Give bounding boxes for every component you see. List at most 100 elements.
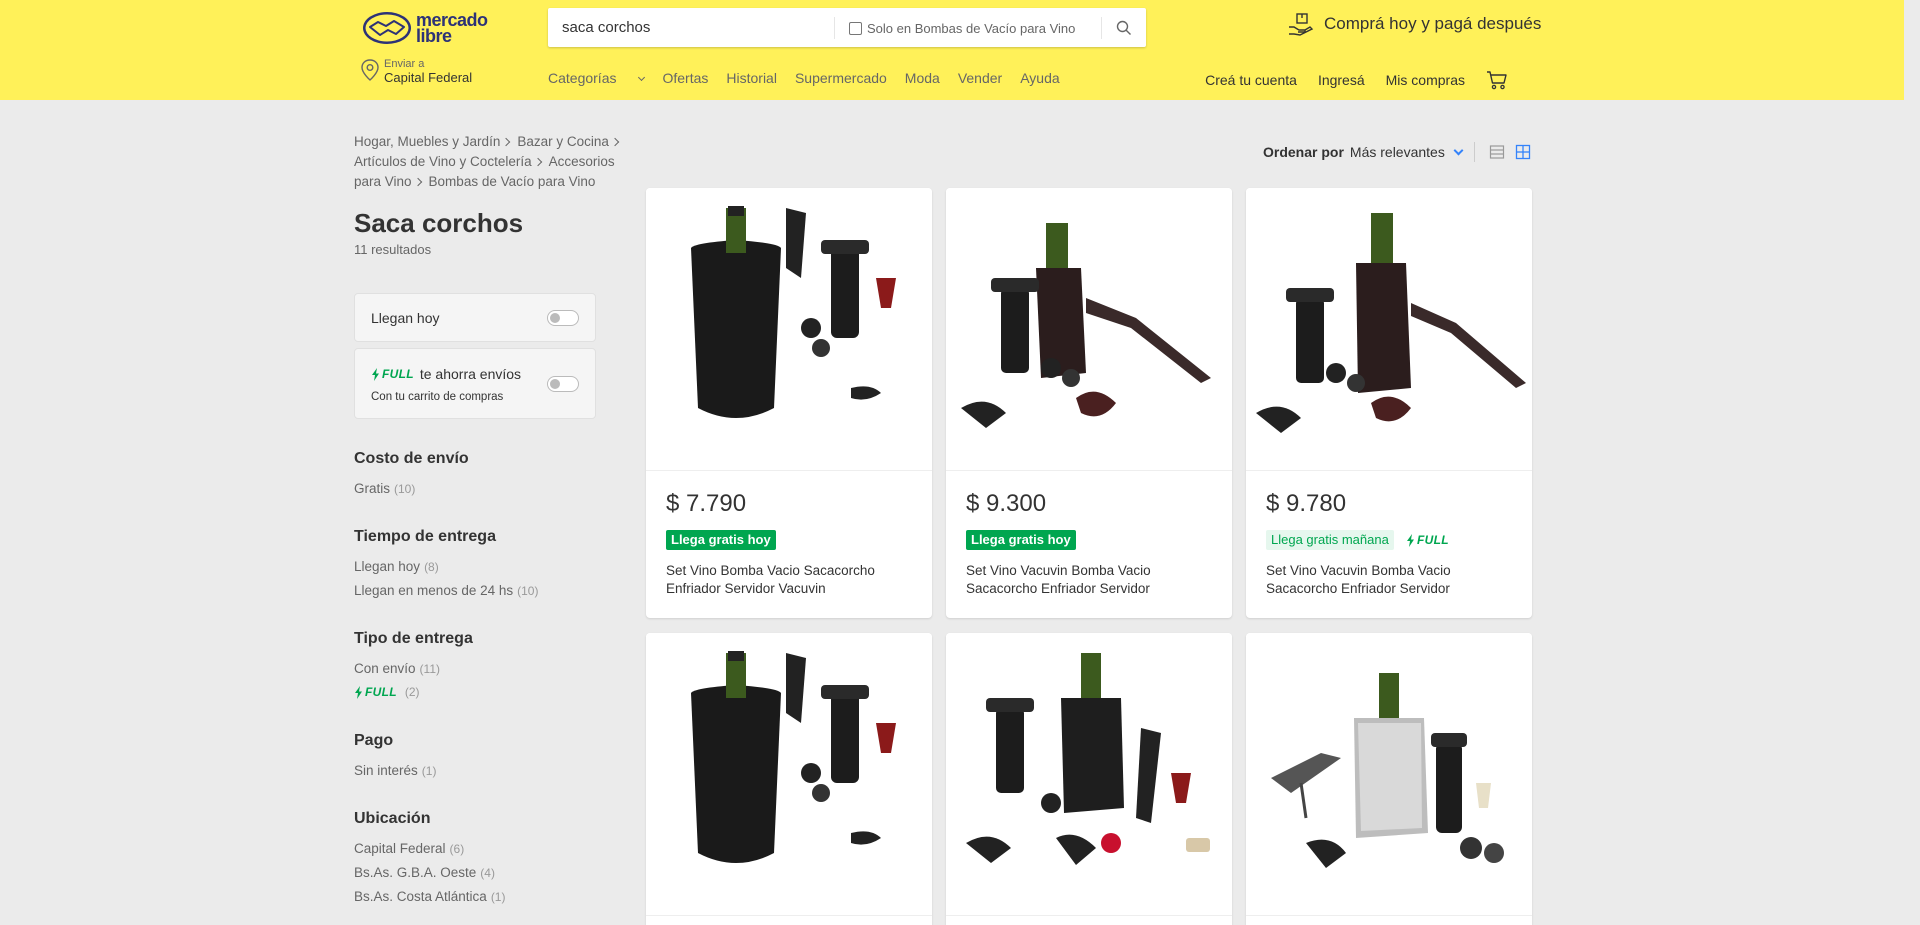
product-card[interactable] xyxy=(1246,633,1532,925)
llegan-hoy-toggle[interactable] xyxy=(547,310,579,326)
page-title: Saca corchos xyxy=(354,208,524,238)
product-image[interactable] xyxy=(946,188,1232,471)
facet-item-full[interactable]: FULL (2) xyxy=(354,685,420,699)
full-badge: FULL xyxy=(1406,533,1449,547)
facet-item-label: Sin interés xyxy=(354,763,418,778)
nav-categorias-label: Categorías xyxy=(548,70,617,86)
facet-item-count: (2) xyxy=(404,685,420,699)
nav-categorias[interactable]: Categorías xyxy=(548,70,646,86)
shipping-badge: Llega gratis hoy xyxy=(966,530,1076,550)
product-card[interactable] xyxy=(946,633,1232,925)
breadcrumb-item[interactable]: Hogar, Muebles y Jardín xyxy=(354,134,500,149)
chevron-right-icon xyxy=(533,157,542,167)
results-count: 11 resultados xyxy=(354,242,432,257)
cart-icon[interactable] xyxy=(1486,70,1508,90)
facet-item-sin-interes[interactable]: Sin interés (1) xyxy=(354,763,436,778)
search-bar: Solo en Bombas de Vacío para Vino xyxy=(548,8,1146,47)
shipping-badge: Llega gratis mañana xyxy=(1266,530,1394,550)
facet-title-ubicacion: Ubicación xyxy=(354,810,431,827)
facet-item-capital-federal[interactable]: Capital Federal (6) xyxy=(354,841,464,856)
facet-item-label: Bs.As. G.B.A. Oeste xyxy=(354,865,477,880)
facet-item-count: (8) xyxy=(424,560,439,574)
breadcrumb-item[interactable]: Bazar y Cocina xyxy=(517,134,609,149)
full-badge: FULL xyxy=(354,685,397,699)
chevron-right-icon xyxy=(502,137,511,147)
nav-historial[interactable]: Historial xyxy=(726,70,777,86)
sort-dropdown[interactable]: Más relevantes xyxy=(1350,144,1464,160)
lightning-icon xyxy=(355,685,362,699)
product-card[interactable] xyxy=(646,633,932,925)
grid-view-icon[interactable] xyxy=(1515,144,1531,160)
filter-full[interactable]: FULL te ahorra envíos Con tu carrito de … xyxy=(354,348,596,419)
buy-now-pay-later-promo[interactable]: Comprá hoy y pagá después xyxy=(1288,12,1541,36)
handshake-logo-icon xyxy=(363,12,411,44)
facet-item-gratis[interactable]: Gratis (10) xyxy=(354,481,415,496)
nav-moda[interactable]: Moda xyxy=(905,70,940,86)
full-toggle[interactable] xyxy=(547,376,579,392)
facet-item-llegan-hoy[interactable]: Llegan hoy (8) xyxy=(354,559,439,574)
product-title[interactable]: Set Vino Vacuvin Bomba Vacio Sacacorcho … xyxy=(966,562,1216,598)
create-account-link[interactable]: Creá tu cuenta xyxy=(1205,72,1297,88)
my-purchases-link[interactable]: Mis compras xyxy=(1386,72,1465,88)
full-badge: FULL xyxy=(371,367,414,381)
facet-item-count: (4) xyxy=(480,866,495,880)
nav-ofertas[interactable]: Ofertas xyxy=(662,70,708,86)
nav-vender[interactable]: Vender xyxy=(958,70,1002,86)
facet-item-con-envio[interactable]: Con envío (11) xyxy=(354,661,440,676)
search-button[interactable] xyxy=(1101,17,1146,39)
product-image[interactable] xyxy=(1246,633,1532,916)
product-title[interactable]: Set Vino Bomba Vacio Sacacorcho Enfriado… xyxy=(666,562,916,598)
facet-title-tiempo-entrega: Tiempo de entrega xyxy=(354,528,496,545)
wine-set-image xyxy=(966,653,1210,865)
product-card[interactable]: $ 9.300 Llega gratis hoy Set Vino Vacuvi… xyxy=(946,188,1232,618)
facet-item-label: Con envío xyxy=(354,661,416,676)
sort-label: Ordenar por xyxy=(1263,144,1344,160)
chevron-right-icon xyxy=(413,177,422,187)
wine-set-image xyxy=(1271,673,1504,868)
filter-full-subtext: Con tu carrito de compras xyxy=(371,391,504,403)
facet-item-gba-oeste[interactable]: Bs.As. G.B.A. Oeste (4) xyxy=(354,865,495,880)
location-pin-icon xyxy=(361,59,379,81)
login-link[interactable]: Ingresá xyxy=(1318,72,1365,88)
search-input[interactable] xyxy=(562,8,862,47)
filter-llegan-hoy[interactable]: Llegan hoy xyxy=(354,293,596,342)
nav-supermercado[interactable]: Supermercado xyxy=(795,70,887,86)
facet-title-tipo-entrega: Tipo de entrega xyxy=(354,630,473,647)
lightning-icon xyxy=(1407,533,1414,547)
breadcrumb-item[interactable]: Bombas de Vacío para Vino xyxy=(429,174,596,189)
facet-item-costa-atlantica[interactable]: Bs.As. Costa Atlántica (1) xyxy=(354,889,505,904)
promo-text: Comprá hoy y pagá después xyxy=(1324,14,1542,33)
mercadolibre-logo[interactable]: mercado libre xyxy=(362,8,502,48)
divider xyxy=(1473,142,1475,162)
breadcrumb-item[interactable]: Artículos de Vino y Coctelería xyxy=(354,154,532,169)
product-image[interactable] xyxy=(1246,188,1532,471)
facet-item-count: (10) xyxy=(517,584,539,598)
scope-label: Solo en Bombas de Vacío para Vino xyxy=(867,20,1076,36)
list-view-icon[interactable] xyxy=(1489,144,1505,160)
product-price: $ 9.780 xyxy=(1266,490,1347,517)
facet-item-count: (1) xyxy=(490,890,506,904)
facet-item-count: (6) xyxy=(449,842,465,856)
facet-item-menos-24hs[interactable]: Llegan en menos de 24 hs (10) xyxy=(354,583,538,598)
wine-set-image xyxy=(1256,213,1526,433)
product-card[interactable]: $ 9.780 Llega gratis mañana FULL Set Vin… xyxy=(1246,188,1532,618)
product-image[interactable] xyxy=(946,633,1232,916)
scope-checkbox[interactable] xyxy=(849,21,862,35)
delivery-location[interactable]: Enviar a Capital Federal xyxy=(360,58,472,86)
wine-set-image xyxy=(691,206,896,418)
header: mercado libre Solo en Bombas de Vacío pa… xyxy=(0,0,1904,100)
search-scope[interactable]: Solo en Bombas de Vacío para Vino xyxy=(834,17,1075,39)
filter-llegan-hoy-label: Llegan hoy xyxy=(371,310,440,326)
main-nav: Categorías Ofertas Historial Supermercad… xyxy=(548,70,1078,86)
chevron-right-icon xyxy=(610,137,620,147)
nav-ayuda[interactable]: Ayuda xyxy=(1020,70,1059,86)
product-image[interactable] xyxy=(646,188,932,471)
product-image[interactable] xyxy=(646,633,932,916)
facet-item-label: Capital Federal xyxy=(354,841,446,856)
wine-set-image xyxy=(691,651,896,863)
product-card[interactable]: $ 7.790 Llega gratis hoy Set Vino Bomba … xyxy=(646,188,932,618)
logo-line-2: libre xyxy=(416,26,452,46)
breadcrumb: Hogar, Muebles y Jardín Bazar y Cocina Art… xyxy=(354,132,644,192)
product-title[interactable]: Set Vino Vacuvin Bomba Vacio Sacacorcho … xyxy=(1266,562,1516,598)
facet-title-pago: Pago xyxy=(354,732,394,749)
